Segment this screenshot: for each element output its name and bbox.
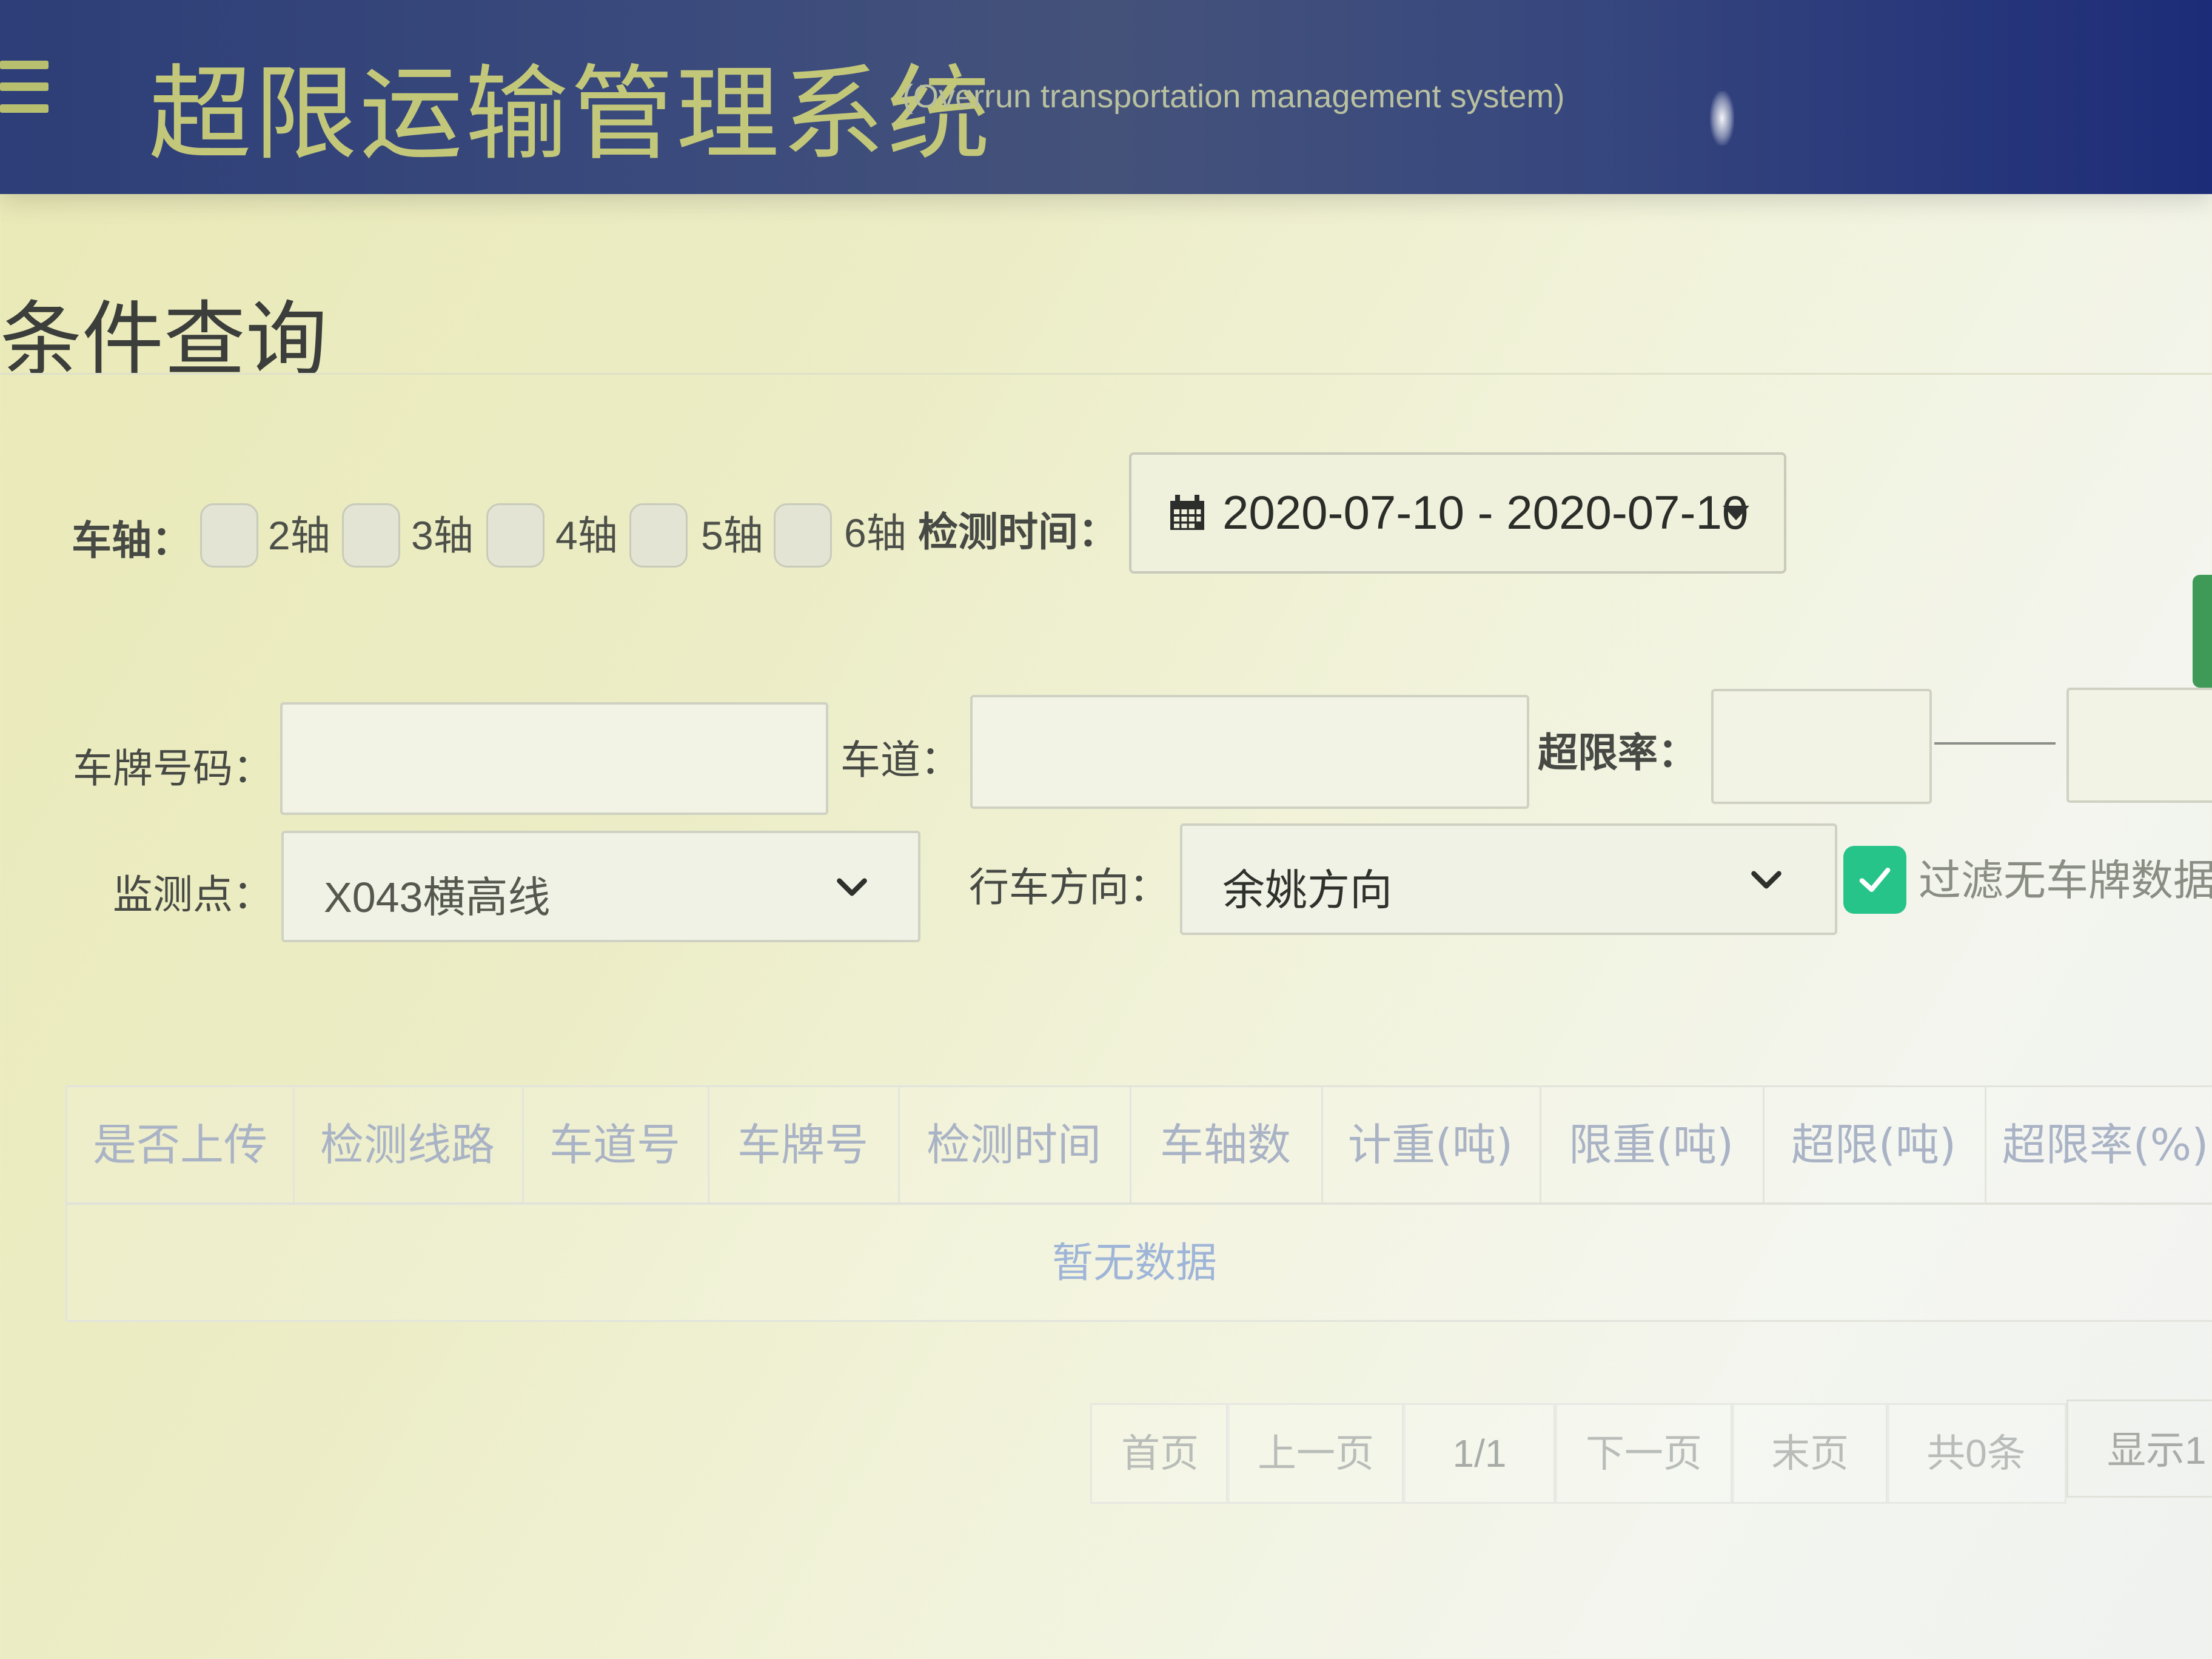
axle-checkbox-4[interactable] — [486, 503, 545, 568]
first-page-button[interactable]: 首页 — [1090, 1403, 1230, 1504]
calendar-icon — [1170, 495, 1204, 530]
station-select[interactable]: X043横高线 — [281, 831, 920, 942]
over-rate-max-input[interactable] — [2066, 688, 2212, 803]
caret-down-icon — [1723, 506, 1749, 520]
detect-time-label: 检测时间： — [918, 509, 1118, 555]
chevron-down-icon — [837, 878, 867, 896]
axle-checkbox-5[interactable] — [629, 503, 688, 568]
column-header[interactable]: 计重(吨) — [1321, 1087, 1541, 1202]
axle-option-label-3: 3轴 — [411, 513, 474, 558]
top-bar: 超限运输管理系统 (Overrun transportation managem… — [0, 0, 2212, 194]
over-rate-min-input[interactable] — [1711, 689, 1932, 804]
axle-option-label-2: 2轴 — [268, 513, 330, 558]
column-header[interactable]: 车牌号 — [708, 1087, 900, 1202]
column-header[interactable]: 检测线路 — [293, 1087, 524, 1202]
column-header[interactable]: 超限率(%) — [1985, 1087, 2212, 1202]
prev-page-button[interactable]: 上一页 — [1226, 1403, 1406, 1504]
axle-checkbox-6[interactable] — [774, 503, 832, 568]
filter-no-plate-label: 过滤无车牌数据 — [1919, 857, 2212, 904]
lane-label: 车道： — [840, 737, 960, 783]
direction-label: 行车方向： — [969, 864, 1169, 911]
column-header[interactable]: 车轴数 — [1130, 1087, 1323, 1202]
app-subtitle: (Overrun transportation management syste… — [902, 78, 1565, 115]
plate-label: 车牌号码： — [73, 745, 273, 792]
chevron-down-icon — [1751, 871, 1781, 889]
divider — [0, 373, 2212, 375]
range-separator — [1934, 742, 2056, 745]
next-page-button[interactable]: 下一页 — [1553, 1403, 1734, 1504]
filter-no-plate-checkbox[interactable] — [1843, 846, 1906, 914]
lane-input[interactable] — [970, 695, 1529, 809]
last-page-button[interactable]: 末页 — [1731, 1403, 1889, 1504]
empty-state-text: 暂无数据 — [1051, 1239, 1218, 1287]
direction-value: 余姚方向 — [1222, 866, 1392, 914]
page-size-select[interactable]: 显示1 — [2066, 1399, 2212, 1498]
page-indicator: 1/1 — [1402, 1403, 1557, 1504]
station-label: 监测点： — [113, 871, 273, 918]
axle-checkbox-2[interactable] — [200, 503, 258, 568]
table-header: 是否上传 检测线路 车道号 车牌号 检测时间 车轴数 计重(吨) 限重(吨) 超… — [67, 1087, 2212, 1205]
hamburger-icon[interactable] — [0, 61, 49, 121]
axle-checkbox-3[interactable] — [342, 503, 400, 568]
date-range-value: 2020-07-10 - 2020-07-10 — [1222, 486, 1749, 539]
plate-input[interactable] — [280, 702, 828, 815]
column-header[interactable]: 超限(吨) — [1763, 1087, 1986, 1202]
screen-glare — [1710, 91, 1734, 146]
column-header[interactable]: 限重(吨) — [1540, 1087, 1765, 1202]
column-header[interactable]: 是否上传 — [67, 1087, 295, 1202]
axle-option-label-5: 5轴 — [701, 513, 763, 558]
axle-label: 车轴： — [72, 517, 192, 564]
empty-row: 暂无数据 — [67, 1205, 2212, 1320]
column-header[interactable]: 车道号 — [522, 1087, 709, 1202]
app-title: 超限运输管理系统 — [149, 55, 993, 175]
column-header[interactable]: 检测时间 — [898, 1087, 1131, 1202]
axle-option-label-4: 4轴 — [555, 513, 618, 558]
results-table: 是否上传 检测线路 车道号 车牌号 检测时间 车轴数 计重(吨) 限重(吨) 超… — [65, 1085, 2212, 1322]
date-range-picker[interactable]: 2020-07-10 - 2020-07-10 — [1129, 452, 1786, 574]
side-tab[interactable] — [2193, 575, 2212, 688]
direction-select[interactable]: 余姚方向 — [1180, 823, 1837, 935]
total-count: 共0条 — [1886, 1403, 2066, 1504]
axle-option-label-6: 6轴 — [844, 511, 907, 555]
over-rate-label: 超限率： — [1538, 729, 1698, 776]
station-value: X043横高线 — [324, 874, 551, 921]
checkmark-icon — [1859, 868, 1891, 892]
